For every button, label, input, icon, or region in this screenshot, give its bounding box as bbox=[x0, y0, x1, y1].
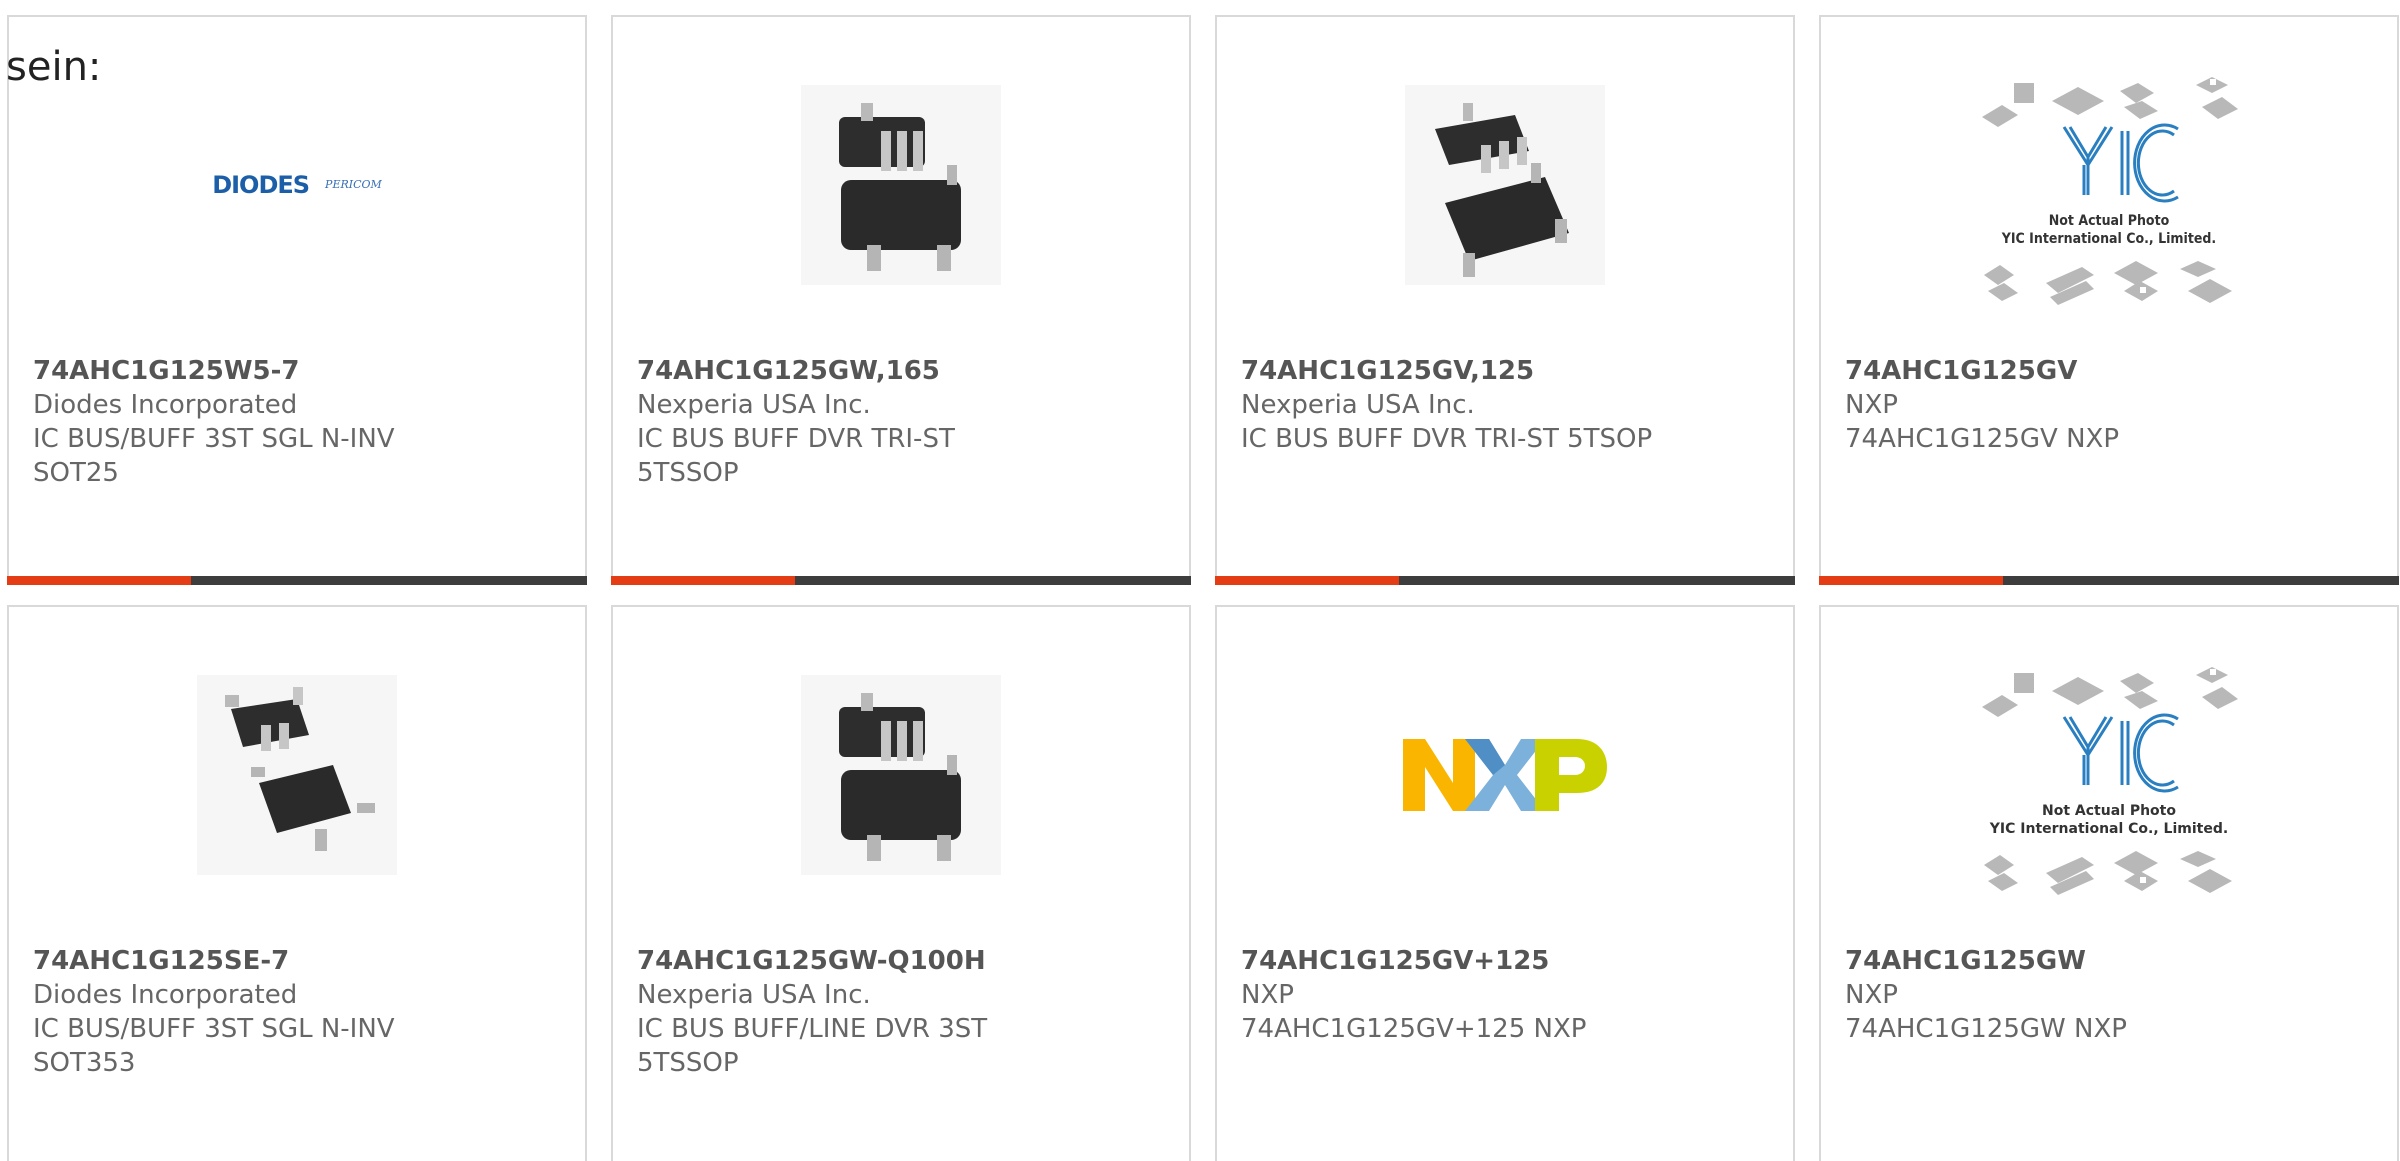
product-package: SOT25 bbox=[33, 458, 119, 488]
diodes-logo-text: DIODES bbox=[212, 170, 310, 199]
product-info: 74AHC1G125GV,125 Nexperia USA Inc. IC BU… bbox=[1241, 354, 1777, 456]
manufacturer-name: Diodes Incorporated bbox=[33, 980, 298, 1010]
diodes-logo: DIODES PERICOM bbox=[212, 171, 382, 199]
sot-package-icon bbox=[801, 84, 1001, 285]
sot-package-icon bbox=[801, 674, 1001, 875]
product-description: 74AHC1G125GV NXP bbox=[1845, 424, 2120, 454]
placeholder-caption: Not Actual Photo bbox=[2049, 213, 2170, 229]
part-number-link[interactable]: 74AHC1G125GV bbox=[1845, 354, 2381, 388]
part-number-link[interactable]: 74AHC1G125SE-7 bbox=[33, 944, 569, 978]
yic-placeholder-icon: Not Actual Photo YIC International Co., … bbox=[1982, 666, 2238, 895]
part-number-link[interactable]: 74AHC1G125GW,165 bbox=[637, 354, 1173, 388]
product-card[interactable]: 74AHC1G125SE-7 Diodes Incorporated IC BU… bbox=[7, 605, 587, 1161]
product-info: 74AHC1G125GW NXP 74AHC1G125GW NXP bbox=[1845, 944, 2381, 1046]
manufacturer-name: NXP bbox=[1845, 980, 1898, 1010]
sot-package-icon bbox=[1405, 84, 1605, 285]
yic-placeholder-icon: Not Actual Photo YIC International Co., … bbox=[1982, 76, 2238, 305]
product-description: 74AHC1G125GW NXP bbox=[1845, 1014, 2127, 1044]
product-card[interactable]: DIODES PERICOM 74AHC1G125W5-7 Diodes Inc… bbox=[7, 15, 587, 585]
sot-package-icon bbox=[197, 674, 397, 875]
manufacturer-name: Nexperia USA Inc. bbox=[1241, 390, 1475, 420]
placeholder-company: YIC International Co., Limited. bbox=[2001, 231, 2216, 247]
part-number-link[interactable]: 74AHC1G125GV+125 bbox=[1241, 944, 1777, 978]
product-card[interactable]: 74AHC1G125GV,125 Nexperia USA Inc. IC BU… bbox=[1215, 15, 1795, 585]
product-info: 74AHC1G125W5-7 Diodes Incorporated IC BU… bbox=[33, 354, 569, 490]
card-accent-bar bbox=[1819, 576, 2003, 585]
manufacturer-name: Nexperia USA Inc. bbox=[637, 390, 871, 420]
card-bottom-bar bbox=[1819, 576, 2399, 585]
product-info: 74AHC1G125GW-Q100H Nexperia USA Inc. IC … bbox=[637, 944, 1173, 1080]
manufacturer-logo-image bbox=[1217, 667, 1793, 882]
placeholder-image: Not Actual Photo YIC International Co., … bbox=[1821, 666, 2397, 895]
card-bottom-bar bbox=[611, 576, 1191, 585]
placeholder-company: YIC International Co., Limited. bbox=[1989, 821, 2228, 837]
manufacturer-logo-image: DIODES PERICOM bbox=[9, 77, 585, 292]
product-grid: DIODES PERICOM 74AHC1G125W5-7 Diodes Inc… bbox=[7, 15, 2400, 1161]
card-bottom-bar bbox=[1215, 576, 1795, 585]
part-number-link[interactable]: 74AHC1G125GW-Q100H bbox=[637, 944, 1173, 978]
pericom-logo-text: PERICOM bbox=[325, 178, 382, 191]
page: DIODES PERICOM 74AHC1G125W5-7 Diodes Inc… bbox=[0, 0, 2400, 1161]
intro-text: sein: bbox=[6, 44, 102, 90]
product-photo bbox=[613, 77, 1189, 292]
card-accent-bar bbox=[7, 576, 191, 585]
product-description: IC BUS BUFF/LINE DVR 3ST bbox=[637, 1014, 988, 1044]
product-card[interactable]: Not Actual Photo YIC International Co., … bbox=[1819, 605, 2399, 1161]
placeholder-caption: Not Actual Photo bbox=[2042, 803, 2176, 819]
card-accent-bar bbox=[611, 576, 795, 585]
manufacturer-name: NXP bbox=[1241, 980, 1294, 1010]
product-card[interactable]: 74AHC1G125GV+125 NXP 74AHC1G125GV+125 NX… bbox=[1215, 605, 1795, 1161]
part-number-link[interactable]: 74AHC1G125W5-7 bbox=[33, 354, 569, 388]
card-bottom-bar bbox=[7, 576, 587, 585]
product-package: SOT353 bbox=[33, 1048, 136, 1078]
product-package: 5TSSOP bbox=[637, 458, 739, 488]
part-number-link[interactable]: 74AHC1G125GW bbox=[1845, 944, 2381, 978]
placeholder-image: Not Actual Photo YIC International Co., … bbox=[1821, 76, 2397, 305]
manufacturer-name: Diodes Incorporated bbox=[33, 390, 298, 420]
product-photo bbox=[613, 667, 1189, 882]
product-info: 74AHC1G125GV+125 NXP 74AHC1G125GV+125 NX… bbox=[1241, 944, 1777, 1046]
product-info: 74AHC1G125SE-7 Diodes Incorporated IC BU… bbox=[33, 944, 569, 1080]
product-description: IC BUS BUFF DVR TRI-ST 5TSOP bbox=[1241, 424, 1653, 454]
product-description: IC BUS/BUFF 3ST SGL N-INV bbox=[33, 1014, 395, 1044]
product-card[interactable]: Not Actual Photo YIC International Co., … bbox=[1819, 15, 2399, 585]
product-package: 5TSSOP bbox=[637, 1048, 739, 1078]
product-info: 74AHC1G125GV NXP 74AHC1G125GV NXP bbox=[1845, 354, 2381, 456]
card-accent-bar bbox=[1215, 576, 1399, 585]
manufacturer-name: Nexperia USA Inc. bbox=[637, 980, 871, 1010]
product-description: IC BUS BUFF DVR TRI-ST bbox=[637, 424, 955, 454]
product-info: 74AHC1G125GW,165 Nexperia USA Inc. IC BU… bbox=[637, 354, 1173, 490]
product-card[interactable]: 74AHC1G125GW,165 Nexperia USA Inc. IC BU… bbox=[611, 15, 1191, 585]
product-photo bbox=[9, 667, 585, 882]
product-photo bbox=[1217, 77, 1793, 292]
product-description: 74AHC1G125GV+125 NXP bbox=[1241, 1014, 1587, 1044]
product-card[interactable]: 74AHC1G125GW-Q100H Nexperia USA Inc. IC … bbox=[611, 605, 1191, 1161]
product-description: IC BUS/BUFF 3ST SGL N-INV bbox=[33, 424, 395, 454]
part-number-link[interactable]: 74AHC1G125GV,125 bbox=[1241, 354, 1777, 388]
nxp-logo bbox=[1403, 738, 1607, 811]
manufacturer-name: NXP bbox=[1845, 390, 1898, 420]
